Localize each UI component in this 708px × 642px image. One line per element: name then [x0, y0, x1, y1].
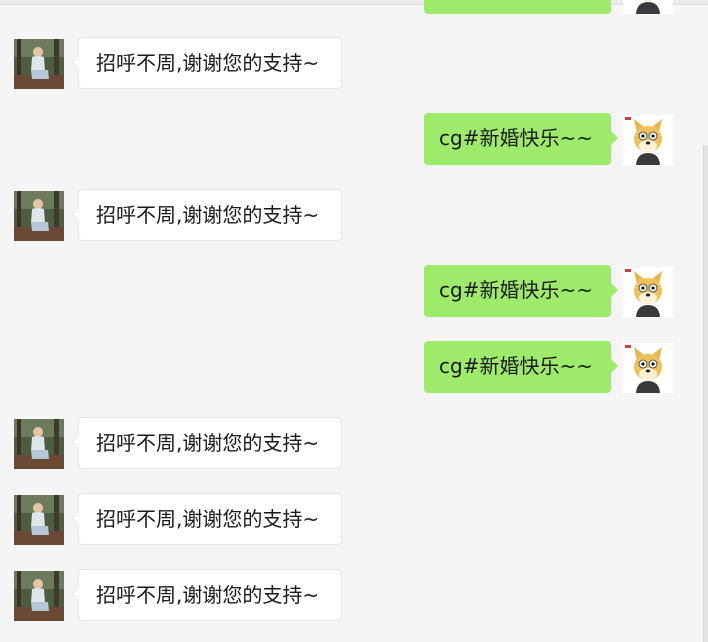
message-incoming: 招呼不周,谢谢您的支持~: [0, 37, 708, 91]
message-bubble-incoming[interactable]: 招呼不周,谢谢您的支持~: [72, 493, 342, 545]
person-avatar-icon[interactable]: [14, 191, 64, 241]
message-incoming: 招呼不周,谢谢您的支持~: [0, 417, 708, 471]
doge-avatar-icon[interactable]: [623, 0, 673, 14]
message-bubble-outgoing[interactable]: cg#新婚快乐~~: [424, 265, 618, 317]
message-outgoing: [0, 0, 708, 16]
person-avatar-icon[interactable]: [14, 39, 64, 89]
person-avatar-icon[interactable]: [14, 495, 64, 545]
person-avatar-icon[interactable]: [14, 419, 64, 469]
doge-avatar-icon[interactable]: [623, 115, 673, 165]
message-bubble-incoming[interactable]: 招呼不周,谢谢您的支持~: [72, 189, 342, 241]
message-bubble-incoming[interactable]: 招呼不周,谢谢您的支持~: [72, 417, 342, 469]
message-bubble-outgoing[interactable]: cg#新婚快乐~~: [424, 113, 618, 165]
doge-avatar-icon[interactable]: [623, 267, 673, 317]
message-incoming: 招呼不周,谢谢您的支持~: [0, 569, 708, 623]
person-avatar-icon[interactable]: [14, 571, 64, 621]
message-bubble-incoming[interactable]: 招呼不周,谢谢您的支持~: [72, 37, 342, 89]
chat-message-list[interactable]: 招呼不周,谢谢您的支持~ cg#新婚快乐~~ 招呼不周,谢谢您的支持~ cg#新…: [0, 0, 708, 642]
message-bubble-outgoing[interactable]: cg#新婚快乐~~: [424, 341, 618, 393]
message-bubble-incoming[interactable]: 招呼不周,谢谢您的支持~: [72, 569, 342, 621]
chat-scrollbar[interactable]: [703, 145, 708, 642]
message-incoming: 招呼不周,谢谢您的支持~: [0, 493, 708, 547]
message-outgoing: cg#新婚快乐~~: [0, 341, 708, 395]
doge-avatar-icon[interactable]: [623, 343, 673, 393]
message-outgoing: cg#新婚快乐~~: [0, 113, 708, 167]
message-incoming: 招呼不周,谢谢您的支持~: [0, 189, 708, 243]
message-outgoing: cg#新婚快乐~~: [0, 265, 708, 319]
message-bubble-outgoing[interactable]: [424, 0, 611, 14]
